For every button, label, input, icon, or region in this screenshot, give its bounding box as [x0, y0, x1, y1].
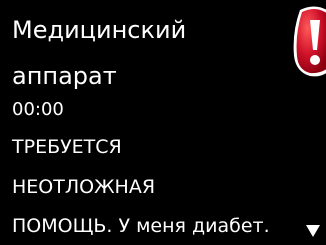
- scroll-down-arrow-icon[interactable]: [305, 224, 321, 238]
- alert-time: 00:00: [12, 99, 64, 120]
- alert-message-line-2: НЕОТЛОЖНАЯ: [12, 176, 156, 198]
- exclamation-alert-icon: [293, 6, 326, 77]
- alert-title-line-1: Медицинский: [12, 16, 187, 44]
- alert-screen: Медицинский аппарат 00:00 ТРЕБУЕТСЯ НЕОТ…: [0, 0, 326, 245]
- alert-message-line-3: ПОМОЩЬ. У меня диабет.: [12, 215, 270, 237]
- alert-title-line-2: аппарат: [12, 62, 117, 90]
- alert-message-line-1: ТРЕБУЕТСЯ: [12, 136, 122, 158]
